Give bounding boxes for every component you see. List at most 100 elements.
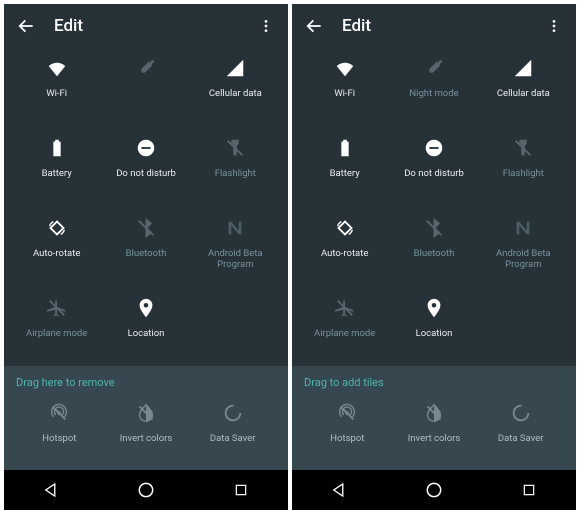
datasaver-icon xyxy=(219,399,247,427)
rotate-icon xyxy=(43,214,71,242)
wifi-icon xyxy=(331,54,359,82)
location-icon xyxy=(420,294,448,322)
datasaver-icon xyxy=(507,399,535,427)
tile-label: Airplane mode xyxy=(314,328,375,339)
tile-label: Wi-Fi xyxy=(334,88,355,99)
airplane-icon xyxy=(331,294,359,322)
signal-icon xyxy=(221,54,249,82)
drag-tile-hotspot[interactable]: Hotspot xyxy=(16,399,103,461)
overflow-menu-button[interactable] xyxy=(256,16,276,36)
qs-tile-nightmode[interactable]: Night mode xyxy=(389,54,478,116)
battery-icon xyxy=(331,134,359,162)
qs-tile-battery[interactable]: Battery xyxy=(300,134,389,196)
drag-zone-label: Drag to add tiles xyxy=(304,376,564,389)
nav-recents-button[interactable] xyxy=(230,479,252,501)
tile-label: Data Saver xyxy=(210,433,256,444)
qs-tile-tile2a[interactable] xyxy=(101,54,190,116)
tile-label: Location xyxy=(128,328,165,339)
qs-tile-cellular[interactable]: Cellular data xyxy=(191,54,280,116)
tile-label: Hotspot xyxy=(330,433,364,444)
drag-tiles-row: Hotspot Invert colors Data Saver xyxy=(16,399,276,461)
nav-recents-button[interactable] xyxy=(518,479,540,501)
overflow-menu-button[interactable] xyxy=(544,16,564,36)
drag-tiles-row: Hotspot Invert colors Data Saver xyxy=(304,399,564,461)
tile-label: Data Saver xyxy=(498,433,544,444)
qs-tile-airplane[interactable]: Airplane mode xyxy=(300,294,389,356)
navigation-bar xyxy=(292,470,576,510)
qs-tile-beta[interactable]: Android Beta Program xyxy=(479,214,568,276)
qs-tile-airplane[interactable]: Airplane mode xyxy=(12,294,101,356)
qs-tile-flashlight[interactable]: Flashlight xyxy=(191,134,280,196)
tile-label: Cellular data xyxy=(497,88,550,99)
header: Edit xyxy=(4,4,288,48)
qs-tile-flashlight[interactable]: Flashlight xyxy=(479,134,568,196)
tile-label: Android Beta Program xyxy=(191,248,280,270)
tile-label: Location xyxy=(416,328,453,339)
qs-tile-autorotate[interactable]: Auto-rotate xyxy=(12,214,101,276)
drag-tile-invert[interactable]: Invert colors xyxy=(391,399,478,461)
nav-home-button[interactable] xyxy=(135,479,157,501)
nlogo-icon xyxy=(221,214,249,242)
tile-label: Bluetooth xyxy=(414,248,455,259)
tiles-grid: Wi-Fi Night mode Cellular data Battery D… xyxy=(292,48,576,366)
phone-screen: Edit Wi-Fi Night mode Cellular data Batt… xyxy=(292,4,576,510)
qs-tile-wifi[interactable]: Wi-Fi xyxy=(300,54,389,116)
eyedropper-icon xyxy=(420,54,448,82)
rotate-icon xyxy=(331,214,359,242)
drag-zone[interactable]: Drag here to remove Hotspot Invert color… xyxy=(4,366,288,470)
tile-label: Night mode xyxy=(409,88,458,99)
tile-label: Do not disturb xyxy=(404,168,464,179)
signal-icon xyxy=(509,54,537,82)
back-button[interactable] xyxy=(16,16,36,36)
wifi-icon xyxy=(43,54,71,82)
qs-tile-dnd[interactable]: Do not disturb xyxy=(389,134,478,196)
drag-tile-hotspot[interactable]: Hotspot xyxy=(304,399,391,461)
navigation-bar xyxy=(4,470,288,510)
tile-label: Battery xyxy=(330,168,360,179)
nlogo-icon xyxy=(509,214,537,242)
tiles-grid: Wi-Fi Cellular data Battery Do not distu… xyxy=(4,48,288,366)
tile-label: Auto-rotate xyxy=(33,248,80,259)
bluetooth-icon xyxy=(420,214,448,242)
drag-tile-datasaver[interactable]: Data Saver xyxy=(477,399,564,461)
qs-tile-bluetooth[interactable]: Bluetooth xyxy=(389,214,478,276)
tile-label: Hotspot xyxy=(42,433,76,444)
dnd-icon xyxy=(420,134,448,162)
battery-icon xyxy=(43,134,71,162)
tile-label: Flashlight xyxy=(215,168,256,179)
page-title: Edit xyxy=(342,16,544,36)
qs-tile-cellular[interactable]: Cellular data xyxy=(479,54,568,116)
location-icon xyxy=(132,294,160,322)
nav-back-button[interactable] xyxy=(328,479,350,501)
qs-tile-dnd[interactable]: Do not disturb xyxy=(101,134,190,196)
nav-back-button[interactable] xyxy=(40,479,62,501)
hotspot-icon xyxy=(45,399,73,427)
qs-tile-battery[interactable]: Battery xyxy=(12,134,101,196)
tile-label: Cellular data xyxy=(209,88,262,99)
tile-label: Do not disturb xyxy=(116,168,176,179)
flashlight-icon xyxy=(221,134,249,162)
drag-tile-invert[interactable]: Invert colors xyxy=(103,399,190,461)
qs-tile-location[interactable]: Location xyxy=(389,294,478,356)
page-title: Edit xyxy=(54,16,256,36)
drag-zone-label: Drag here to remove xyxy=(16,376,276,389)
tile-label: Flashlight xyxy=(503,168,544,179)
drag-tile-datasaver[interactable]: Data Saver xyxy=(189,399,276,461)
qs-tile-autorotate[interactable]: Auto-rotate xyxy=(300,214,389,276)
dnd-icon xyxy=(132,134,160,162)
tile-label: Android Beta Program xyxy=(479,248,568,270)
flashlight-icon xyxy=(509,134,537,162)
header: Edit xyxy=(292,4,576,48)
tile-label: Invert colors xyxy=(120,433,173,444)
qs-tile-wifi[interactable]: Wi-Fi xyxy=(12,54,101,116)
tile-label: Auto-rotate xyxy=(321,248,368,259)
qs-tile-bluetooth[interactable]: Bluetooth xyxy=(101,214,190,276)
invert-icon xyxy=(420,399,448,427)
nav-home-button[interactable] xyxy=(423,479,445,501)
eyedropper-icon xyxy=(132,54,160,82)
qs-tile-beta[interactable]: Android Beta Program xyxy=(191,214,280,276)
qs-tile-location[interactable]: Location xyxy=(101,294,190,356)
phone-screen: Edit Wi-Fi Cellular data Battery Do not … xyxy=(4,4,288,510)
back-button[interactable] xyxy=(304,16,324,36)
drag-zone[interactable]: Drag to add tiles Hotspot Invert colors … xyxy=(292,366,576,470)
